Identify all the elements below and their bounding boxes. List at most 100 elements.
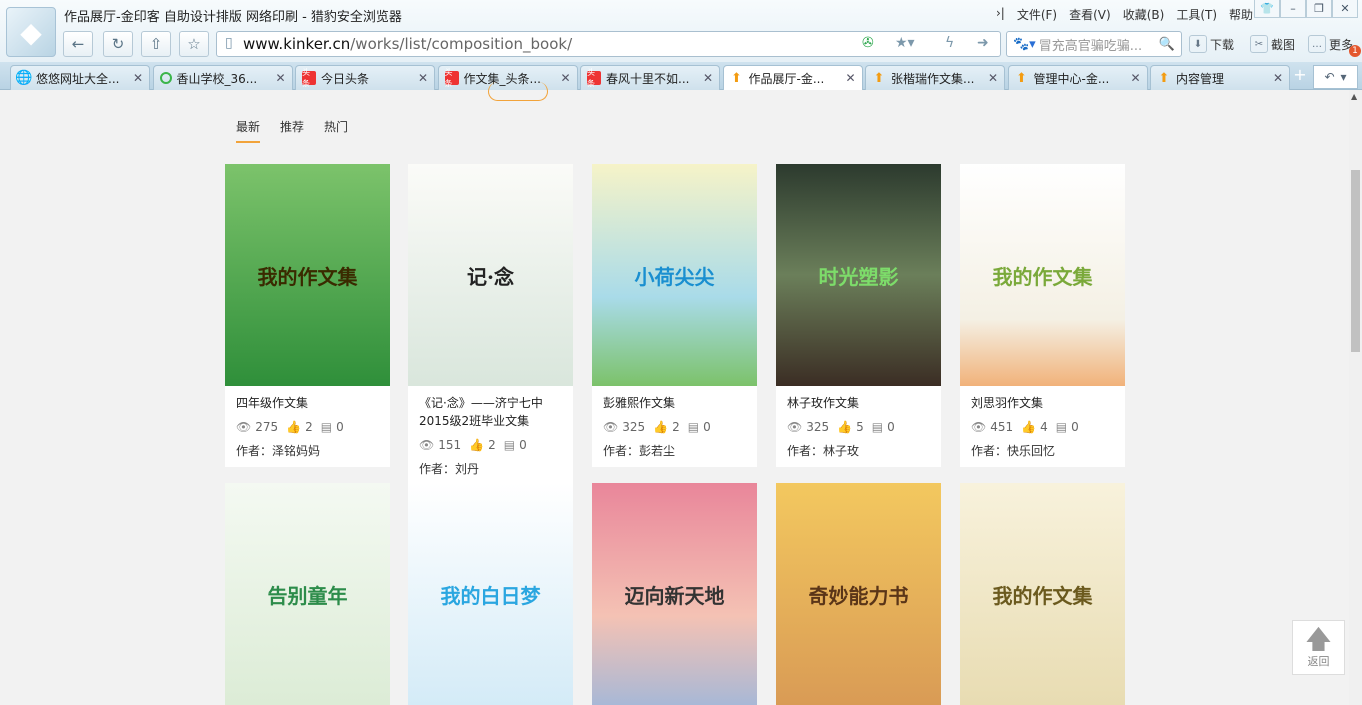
work-card[interactable]: 我的作文集 四年级作文集 👁 275 👍 2 ▤ 0 作者：泽铭妈妈 bbox=[225, 164, 390, 467]
address-bar[interactable]: ▯ www.kinker.cn/works/list/composition_b… bbox=[216, 31, 1001, 57]
security-icon[interactable]: ✇ bbox=[862, 35, 874, 51]
work-cover-image[interactable]: 奇妙能力书 bbox=[776, 483, 941, 705]
search-box[interactable]: 🐾▾ 冒充高官骗吃骗... 🔍 bbox=[1006, 31, 1182, 57]
view-count: 451 bbox=[990, 420, 1014, 434]
menu-view[interactable]: 查看(V) bbox=[1069, 6, 1111, 23]
back-button[interactable]: ← bbox=[63, 31, 93, 57]
comment-icon[interactable]: ▤ bbox=[504, 438, 515, 452]
close-tab-icon[interactable]: ✕ bbox=[1273, 71, 1283, 85]
work-cover-image[interactable]: 小荷尖尖 bbox=[592, 164, 757, 386]
work-card[interactable]: 我的白日梦 bbox=[408, 483, 573, 705]
work-card[interactable]: 时光塑影 林子玫作文集 👁 325 👍 5 ▤ 0 作者：林子玫 bbox=[776, 164, 941, 467]
category-active-pill[interactable] bbox=[488, 82, 548, 101]
browser-tab[interactable]: 🌐 悠悠网址大全... ✕ bbox=[10, 65, 150, 90]
work-title[interactable]: 刘思羽作文集 bbox=[971, 394, 1114, 412]
close-tab-icon[interactable]: ✕ bbox=[703, 71, 713, 85]
search-icon[interactable]: 🔍 bbox=[1159, 37, 1175, 52]
minimize-button[interactable]: – bbox=[1280, 0, 1306, 18]
work-card[interactable]: 告别童年 bbox=[225, 483, 390, 705]
close-tab-icon[interactable]: ✕ bbox=[133, 71, 143, 85]
work-card[interactable]: 奇妙能力书 bbox=[776, 483, 941, 705]
go-arrow-icon[interactable]: ➜ bbox=[977, 35, 989, 51]
favorite-star-icon[interactable]: ★▾ bbox=[895, 35, 915, 51]
scroll-up-icon[interactable]: ▲ bbox=[1351, 92, 1357, 101]
browser-tab[interactable]: 头条 春风十里不如... ✕ bbox=[580, 65, 720, 90]
thumbs-up-icon[interactable]: 👍 bbox=[837, 420, 852, 434]
url-host: www.kinker.cn bbox=[243, 35, 351, 53]
menu-tools[interactable]: 工具(T) bbox=[1176, 6, 1217, 23]
thumbs-up-icon[interactable]: 👍 bbox=[286, 420, 301, 434]
work-title[interactable]: 彭雅熙作文集 bbox=[603, 394, 746, 412]
maximize-button[interactable]: ❐ bbox=[1306, 0, 1332, 18]
close-tab-icon[interactable]: ✕ bbox=[988, 71, 998, 85]
menu-help[interactable]: 帮助 bbox=[1229, 6, 1253, 23]
work-cover-image[interactable]: 记·念 bbox=[408, 164, 573, 386]
tab-label: 张楷瑞作文集... bbox=[891, 71, 975, 86]
work-cover-image[interactable]: 时光塑影 bbox=[776, 164, 941, 386]
thumbs-up-icon[interactable]: 👍 bbox=[653, 420, 668, 434]
browser-tab[interactable]: ⬆ 内容管理 ✕ bbox=[1150, 65, 1290, 90]
tab-label: 春风十里不如... bbox=[606, 71, 690, 86]
work-title[interactable]: 林子玫作文集 bbox=[787, 394, 930, 412]
sort-tab-recommended[interactable]: 推荐 bbox=[280, 118, 304, 143]
browser-tab[interactable]: 头条 今日头条 ✕ bbox=[295, 65, 435, 90]
browser-tab[interactable]: ⬆ 作品展厅-金... ✕ bbox=[722, 65, 863, 90]
cover-title: 记·念 bbox=[467, 264, 514, 289]
work-cover-image[interactable]: 我的作文集 bbox=[960, 483, 1125, 705]
screenshot-button[interactable]: ✂ 截图 bbox=[1250, 35, 1295, 53]
browser-tab[interactable]: ⬆ 管理中心-金... ✕ bbox=[1007, 65, 1148, 90]
up-favicon-icon: ⬆ bbox=[1016, 70, 1027, 86]
download-button[interactable]: ⬇ 下载 bbox=[1189, 35, 1234, 53]
comment-count: 0 bbox=[887, 420, 895, 434]
toutiao-favicon-icon: 头条 bbox=[587, 68, 601, 88]
work-cover-image[interactable]: 我的作文集 bbox=[960, 164, 1125, 386]
close-button[interactable]: ✕ bbox=[1332, 0, 1358, 18]
close-tab-icon[interactable]: ✕ bbox=[1130, 71, 1140, 85]
more-button[interactable]: … 更多 bbox=[1308, 35, 1353, 53]
work-card[interactable]: 小荷尖尖 彭雅熙作文集 👁 325 👍 2 ▤ 0 作者：彭若尘 bbox=[592, 164, 757, 467]
close-tab-icon[interactable]: ✕ bbox=[418, 71, 428, 85]
scrollbar[interactable]: ▲ bbox=[1349, 90, 1362, 705]
cover-title: 迈向新天地 bbox=[624, 583, 725, 608]
work-card[interactable]: 我的作文集 刘思羽作文集 👁 451 👍 4 ▤ 0 作者：快乐回忆 bbox=[960, 164, 1125, 467]
comment-icon[interactable]: ▤ bbox=[688, 420, 699, 434]
close-tab-icon[interactable]: ✕ bbox=[845, 71, 855, 85]
skin-icon[interactable]: 👕 bbox=[1254, 0, 1280, 18]
globe-favicon-icon: 🌐 bbox=[15, 70, 33, 86]
work-title[interactable]: 《记·念》——济宁七中2015级2班毕业文集 bbox=[419, 394, 562, 430]
lightning-icon[interactable]: ϟ bbox=[945, 35, 954, 51]
browser-tab[interactable]: ⬆ 张楷瑞作文集... ✕ bbox=[865, 65, 1005, 90]
sort-tab-popular[interactable]: 热门 bbox=[324, 118, 348, 143]
back-to-top-button[interactable]: 🡅 返回 bbox=[1292, 620, 1345, 675]
work-cover-image[interactable]: 我的作文集 bbox=[225, 164, 390, 386]
comment-icon[interactable]: ▤ bbox=[1056, 420, 1067, 434]
new-tab-button[interactable]: + bbox=[1290, 65, 1310, 84]
thumbs-up-icon[interactable]: 👍 bbox=[1021, 420, 1036, 434]
comment-icon[interactable]: ▤ bbox=[321, 420, 332, 434]
work-card[interactable]: 我的作文集 bbox=[960, 483, 1125, 705]
undo-close-tab-button[interactable]: ↶ ▾ bbox=[1313, 65, 1358, 89]
work-author: 作者：林子玫 bbox=[787, 444, 860, 458]
search-input[interactable]: 冒充高官骗吃骗... bbox=[1039, 35, 1142, 54]
home-button[interactable]: ⇧ bbox=[141, 31, 171, 57]
view-count: 325 bbox=[622, 420, 646, 434]
comment-icon[interactable]: ▤ bbox=[872, 420, 883, 434]
work-cover-image[interactable]: 我的白日梦 bbox=[408, 483, 573, 705]
collapse-icon[interactable]: ›| bbox=[996, 6, 1005, 23]
browser-tab[interactable]: 香山学校_36... ✕ bbox=[152, 65, 293, 90]
work-card[interactable]: 记·念 《记·念》——济宁七中2015级2班毕业文集 👁 151 👍 2 ▤ 0 作者：… bbox=[408, 164, 573, 485]
baidu-icon[interactable]: 🐾▾ bbox=[1013, 37, 1036, 52]
refresh-button[interactable]: ↻ bbox=[103, 31, 133, 57]
bookmark-button[interactable]: ☆ bbox=[179, 31, 209, 57]
close-tab-icon[interactable]: ✕ bbox=[275, 71, 285, 85]
sort-tab-latest[interactable]: 最新 bbox=[236, 118, 261, 143]
close-tab-icon[interactable]: ✕ bbox=[560, 71, 570, 85]
scrollbar-thumb[interactable] bbox=[1351, 170, 1360, 352]
work-card[interactable]: 迈向新天地 bbox=[592, 483, 757, 705]
work-cover-image[interactable]: 迈向新天地 bbox=[592, 483, 757, 705]
work-title[interactable]: 四年级作文集 bbox=[236, 394, 379, 412]
thumbs-up-icon[interactable]: 👍 bbox=[469, 438, 484, 452]
work-cover-image[interactable]: 告别童年 bbox=[225, 483, 390, 705]
menu-favorites[interactable]: 收藏(B) bbox=[1123, 6, 1165, 23]
menu-file[interactable]: 文件(F) bbox=[1017, 6, 1057, 23]
